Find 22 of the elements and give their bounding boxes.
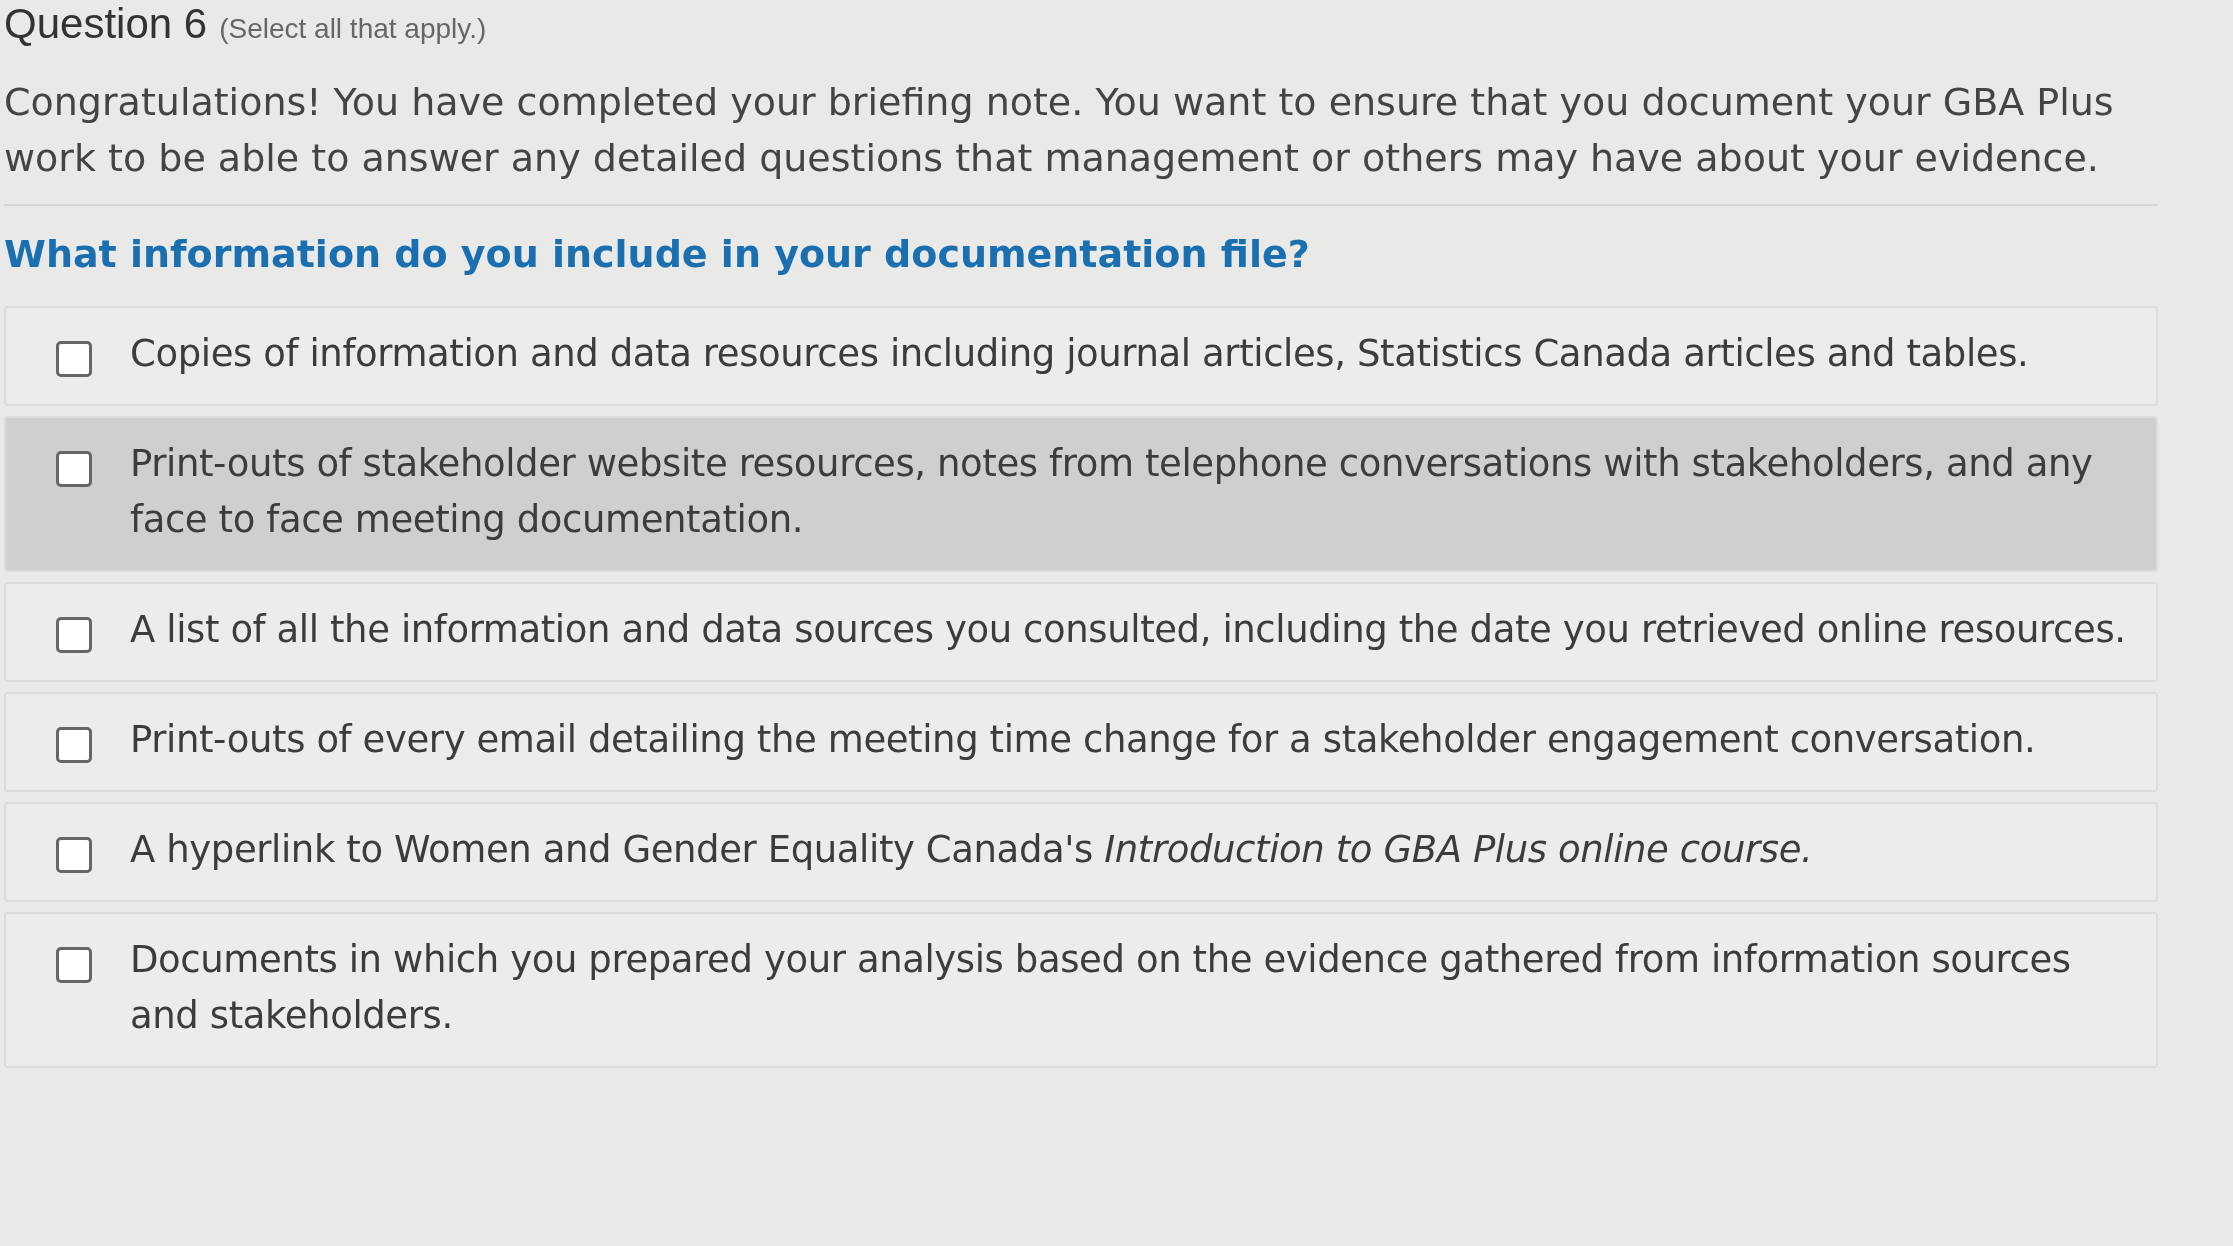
answer-option[interactable]: Print-outs of every email detailing the meeting time change for a stakeholder engagement conversation. [4, 692, 2158, 792]
answer-option[interactable]: A hyperlink to Women and Gender Equality Canada's Introduction to GBA Plus online course. [4, 802, 2158, 902]
checkbox[interactable] [56, 727, 92, 763]
answer-option[interactable]: Documents in which you prepared your analysis based on the evidence gathered from information sources and stakeholders. [4, 912, 2158, 1068]
option-text: A list of all the information and data sources you consulted, including the date you retrieved online resources. [130, 607, 2126, 653]
option-text: Documents in which you prepared your analysis based on the evidence gathered from information sources and stakeholders. [130, 937, 2072, 1039]
question-title: Question 6 [4, 0, 208, 48]
answer-option[interactable]: Copies of information and data resources including journal articles, Statistics Canada articles and tables. [4, 306, 2158, 406]
answer-option[interactable]: A list of all the information and data sources you consulted, including the date you retrieved online resources. [4, 582, 2158, 682]
checkbox[interactable] [56, 837, 92, 873]
checkbox[interactable] [56, 451, 92, 487]
intro-paragraph: Congratulations! You have completed your briefing note. You want to ensure that you document your GBA Plus work to be able to answer any detailed questions that management or others may have about your evidence. [4, 79, 2115, 182]
checkbox[interactable] [56, 341, 92, 377]
option-text: Print-outs of every email detailing the meeting time change for a stakeholder engagement conversation. [130, 717, 2036, 763]
question-hint: (Select all that apply.) [219, 13, 487, 45]
answer-option[interactable]: Print-outs of stakeholder website resources, notes from telephone conversations with stakeholders, and any face to face meeting documentation. [4, 416, 2158, 572]
question-prompt: What information do you include in your documentation file? [4, 232, 1311, 276]
option-text: A hyperlink to Women and Gender Equality Canada's Introduction to GBA Plus online course. [130, 827, 1813, 873]
checkbox[interactable] [56, 947, 92, 983]
option-text: Copies of information and data resources including journal articles, Statistics Canada articles and tables. [130, 331, 2029, 377]
option-text: Print-outs of stakeholder website resources, notes from telephone conversations with stakeholders, and any face to face meeting documentation. [130, 441, 2094, 543]
checkbox[interactable] [56, 617, 92, 653]
